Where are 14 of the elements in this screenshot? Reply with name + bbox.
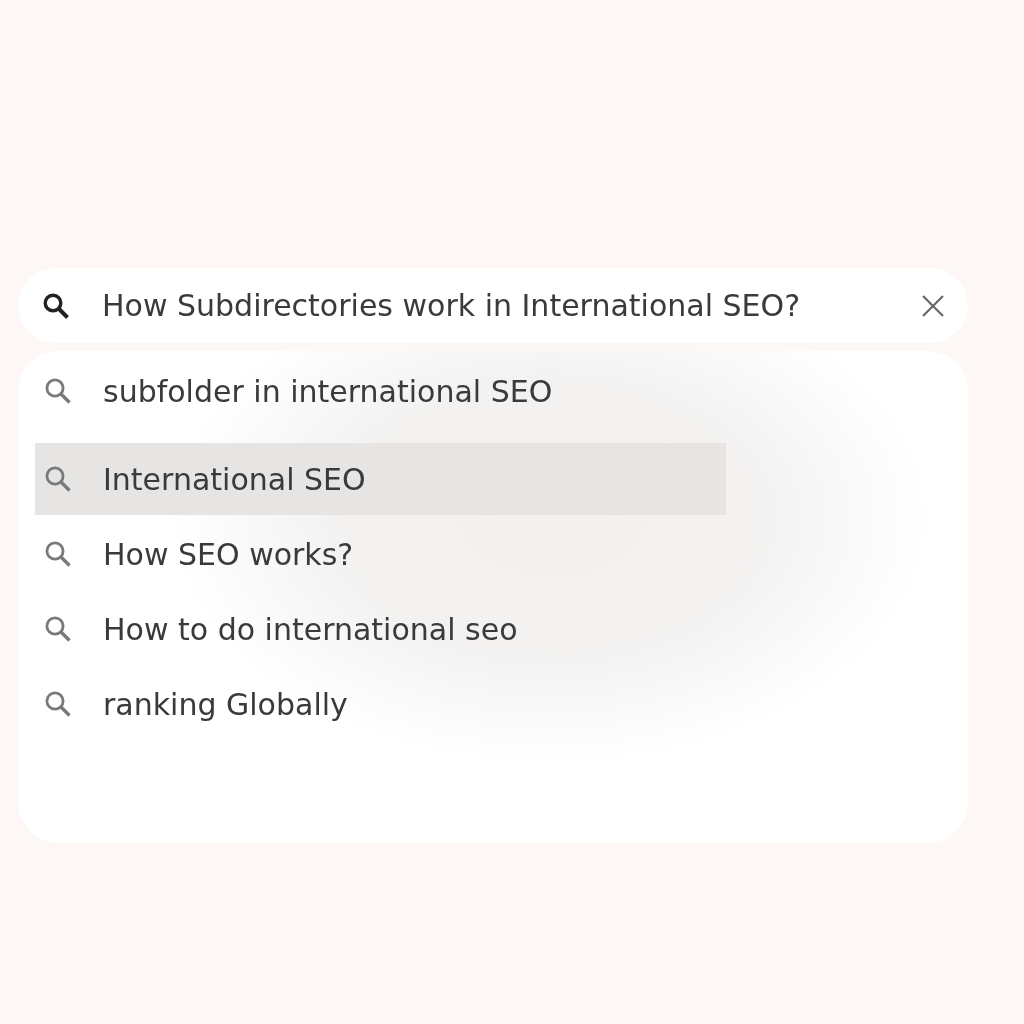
search-icon xyxy=(45,378,71,404)
search-field[interactable]: How Subdirectories work in International SEO? xyxy=(18,268,968,343)
close-icon[interactable] xyxy=(922,294,944,317)
suggestion-item[interactable]: subfolder in international SEO xyxy=(35,355,726,427)
suggestion-item[interactable]: ranking Globally xyxy=(35,668,726,740)
search-icon xyxy=(45,691,71,717)
search-input[interactable]: How Subdirectories work in International SEO? xyxy=(102,288,902,323)
suggestion-item[interactable]: International SEO xyxy=(35,443,726,515)
search-icon xyxy=(45,466,71,492)
search-icon xyxy=(43,292,69,319)
search-icon xyxy=(45,541,71,567)
suggestion-item[interactable]: How to do international seo xyxy=(35,593,726,665)
suggestion-item[interactable]: How SEO works? xyxy=(35,518,726,590)
search-icon xyxy=(45,616,71,642)
